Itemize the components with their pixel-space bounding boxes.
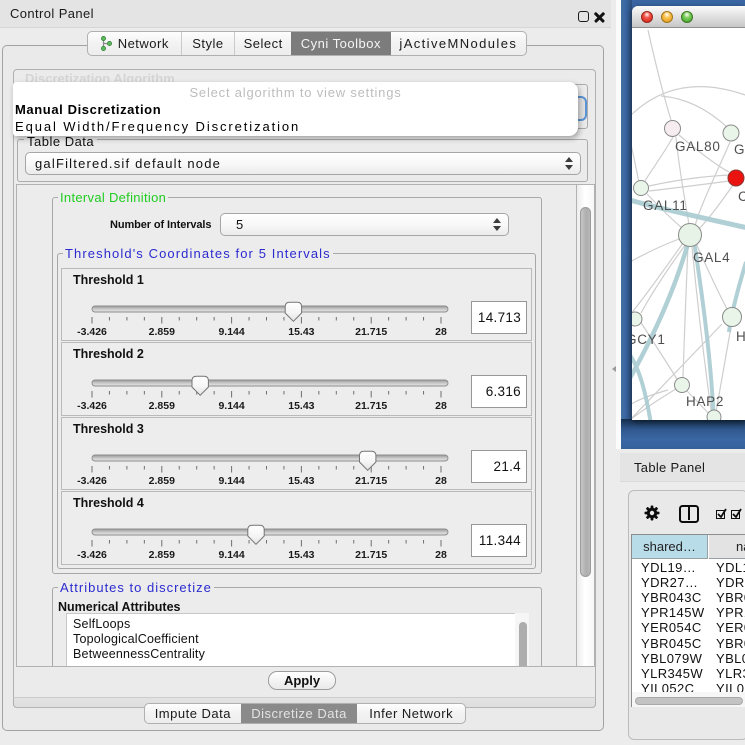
svg-text:GA: GA [734,142,745,157]
svg-text:HI: HI [736,329,745,344]
svg-text:HAP2: HAP2 [686,394,724,409]
svg-text:GAL4: GAL4 [693,250,730,265]
svg-text:GAL11: GAL11 [643,198,688,213]
svg-text:GAL80: GAL80 [675,139,721,154]
svg-text:GCY1: GCY1 [632,332,666,347]
svg-text:CY: CY [738,189,745,204]
